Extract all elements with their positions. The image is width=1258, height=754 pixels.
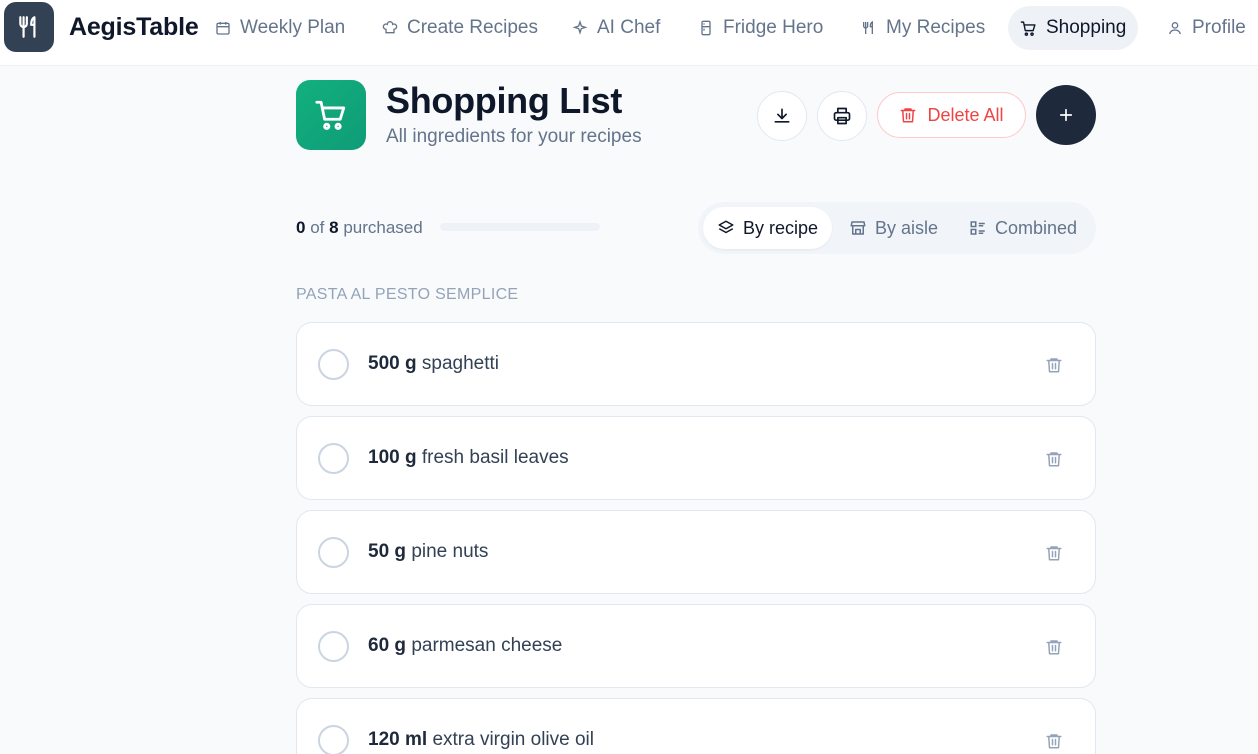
shopping-cart-tile xyxy=(296,80,366,150)
nav-label: AI Chef xyxy=(597,17,661,38)
page-subtitle: All ingredients for your recipes xyxy=(386,126,642,147)
list-item: 100 g fresh basil leaves xyxy=(296,416,1096,500)
plus-icon xyxy=(1059,108,1073,122)
purchase-checkbox[interactable] xyxy=(318,725,349,754)
page-title: Shopping List xyxy=(386,80,623,121)
item-quantity: 100 g xyxy=(368,447,417,468)
nav-fridge-hero[interactable]: Fridge Hero xyxy=(686,6,835,50)
brand-name[interactable]: AegisTable xyxy=(69,13,199,42)
item-quantity: 120 ml xyxy=(368,729,428,750)
delete-item-button[interactable] xyxy=(1042,729,1066,753)
purchase-checkbox[interactable] xyxy=(318,537,349,568)
sparkles-icon xyxy=(572,20,588,35)
nav-label: Fridge Hero xyxy=(723,17,824,38)
total-count: 8 xyxy=(329,218,339,237)
progress-bar xyxy=(440,223,600,231)
item-name: fresh basil leaves xyxy=(421,447,569,468)
view-mode-switcher: By recipe By aisle Combined xyxy=(698,202,1096,254)
user-icon xyxy=(1169,22,1181,35)
delete-item-button[interactable] xyxy=(1042,353,1066,377)
print-button[interactable] xyxy=(817,91,867,141)
list-item: 120 ml extra virgin olive oil xyxy=(296,698,1096,754)
item-quantity: 500 g xyxy=(368,353,417,374)
nav-label: My Recipes xyxy=(886,17,986,38)
trash-icon xyxy=(1046,734,1062,749)
list-item: 60 g parmesan cheese xyxy=(296,604,1096,688)
nav-shopping[interactable]: Shopping xyxy=(1008,6,1139,50)
printer-icon xyxy=(833,107,851,125)
fridge-icon xyxy=(701,20,711,36)
item-text: 60 g parmesan cheese xyxy=(368,635,562,657)
item-quantity: 60 g xyxy=(368,635,407,656)
recipe-group-title: PASTA AL PESTO SEMPLICE xyxy=(296,286,519,303)
logo[interactable] xyxy=(4,2,54,52)
list-item: 50 g pine nuts xyxy=(296,510,1096,594)
item-text: 100 g fresh basil leaves xyxy=(368,447,569,469)
item-text: 500 g spaghetti xyxy=(368,353,499,375)
trash-icon xyxy=(1046,452,1062,467)
progress-suffix: purchased xyxy=(343,218,423,237)
view-label: Combined xyxy=(995,217,1078,238)
trash-icon xyxy=(1046,358,1062,373)
purchase-checkbox[interactable] xyxy=(318,349,349,380)
trash-icon xyxy=(900,108,916,123)
layers-icon xyxy=(718,220,734,234)
view-by-recipe[interactable]: By recipe xyxy=(703,207,833,249)
calendar-icon xyxy=(216,22,230,35)
delete-item-button[interactable] xyxy=(1042,635,1066,659)
nav-label: Profile xyxy=(1192,17,1246,38)
item-name: pine nuts xyxy=(411,541,489,562)
store-icon xyxy=(850,221,866,235)
utensils-icon xyxy=(19,16,36,38)
nav-label: Create Recipes xyxy=(407,17,538,38)
delete-item-button[interactable] xyxy=(1042,541,1066,565)
trash-icon xyxy=(1046,640,1062,655)
nav-ai-chef[interactable]: AI Chef xyxy=(560,6,672,50)
delete-all-label: Delete All xyxy=(927,104,1004,125)
item-text: 120 ml extra virgin olive oil xyxy=(368,729,594,751)
chef-hat-icon xyxy=(382,21,398,34)
top-nav: AegisTable Weekly Plan Create Recipes AI… xyxy=(0,0,1258,66)
delete-all-button[interactable]: Delete All xyxy=(877,92,1026,138)
view-combined[interactable]: Combined xyxy=(955,207,1091,249)
cart-icon xyxy=(1020,20,1036,36)
purchase-checkbox[interactable] xyxy=(318,443,349,474)
delete-item-button[interactable] xyxy=(1042,447,1066,471)
list-icon xyxy=(970,221,985,235)
item-text: 50 g pine nuts xyxy=(368,541,488,563)
cart-icon xyxy=(315,100,346,130)
progress-of: of xyxy=(310,218,325,237)
nav-my-recipes[interactable]: My Recipes xyxy=(849,6,997,50)
item-quantity: 50 g xyxy=(368,541,407,562)
utensils-icon xyxy=(863,20,873,34)
purchased-count: 0 xyxy=(296,218,306,237)
view-label: By recipe xyxy=(743,217,819,238)
trash-icon xyxy=(1046,546,1062,561)
list-item: 500 g spaghetti xyxy=(296,322,1096,406)
nav-create-recipes[interactable]: Create Recipes xyxy=(370,6,550,50)
purchase-progress-text: 0 of 8 purchased xyxy=(296,218,423,238)
download-button[interactable] xyxy=(757,91,807,141)
view-label: By aisle xyxy=(875,217,939,238)
nav-weekly-plan[interactable]: Weekly Plan xyxy=(203,6,357,50)
item-name: extra virgin olive oil xyxy=(432,729,595,750)
purchase-checkbox[interactable] xyxy=(318,631,349,662)
nav-label: Shopping xyxy=(1046,17,1127,38)
item-name: spaghetti xyxy=(421,353,499,374)
nav-profile[interactable]: Profile xyxy=(1155,6,1258,50)
nav-label: Weekly Plan xyxy=(240,17,346,38)
view-by-aisle[interactable]: By aisle xyxy=(835,207,952,249)
add-item-button[interactable] xyxy=(1036,85,1096,145)
download-icon xyxy=(774,108,790,123)
item-name: parmesan cheese xyxy=(411,635,563,656)
